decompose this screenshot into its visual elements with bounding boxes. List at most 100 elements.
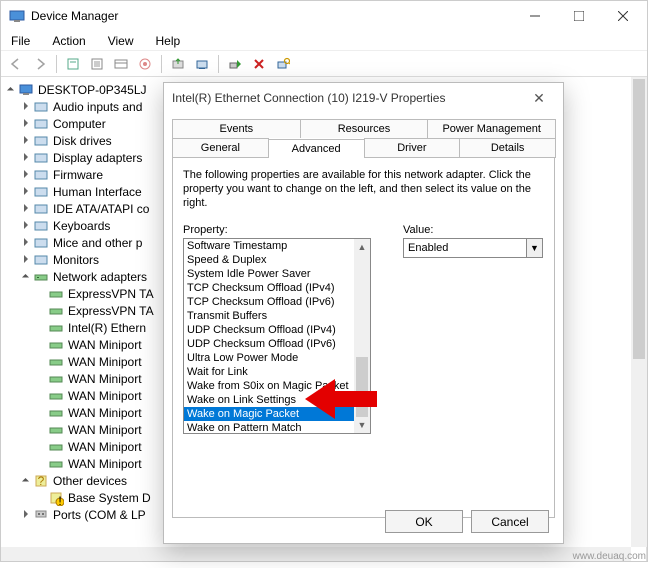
vertical-scrollbar[interactable] bbox=[631, 77, 647, 547]
cancel-button[interactable]: Cancel bbox=[471, 510, 549, 533]
network-adapter-icon bbox=[48, 303, 64, 319]
device-icon bbox=[33, 116, 49, 132]
ports-icon bbox=[33, 507, 49, 523]
network-adapter-icon bbox=[48, 337, 64, 353]
minimize-button[interactable] bbox=[513, 2, 557, 30]
network-adapter-icon bbox=[48, 439, 64, 455]
expand-icon[interactable] bbox=[18, 118, 33, 130]
menubar: File Action View Help bbox=[1, 31, 647, 51]
property-item[interactable]: UDP Checksum Offload (IPv4) bbox=[184, 323, 370, 337]
device-icon bbox=[33, 252, 49, 268]
property-label: Property: bbox=[183, 224, 373, 236]
properties-dialog: Intel(R) Ethernet Connection (10) I219-V… bbox=[163, 82, 564, 544]
toolbar-icon-4[interactable] bbox=[134, 53, 156, 75]
tree-other[interactable]: Other devices bbox=[53, 474, 127, 488]
back-button[interactable] bbox=[5, 53, 27, 75]
dialog-close-button[interactable]: ✕ bbox=[523, 90, 555, 107]
property-item[interactable]: TCP Checksum Offload (IPv4) bbox=[184, 281, 370, 295]
ok-button[interactable]: OK bbox=[385, 510, 463, 533]
property-item[interactable]: Transmit Buffers bbox=[184, 309, 370, 323]
watermark: www.deuaq.com bbox=[573, 551, 646, 562]
expand-icon[interactable] bbox=[18, 220, 33, 232]
expand-icon[interactable] bbox=[18, 203, 33, 215]
window-title: Device Manager bbox=[31, 9, 513, 23]
value-label: Value: bbox=[403, 224, 544, 236]
toolbar bbox=[1, 51, 647, 77]
device-icon bbox=[33, 99, 49, 115]
scan-hardware-icon[interactable] bbox=[272, 53, 294, 75]
menu-file[interactable]: File bbox=[7, 32, 34, 50]
device-icon bbox=[33, 150, 49, 166]
property-item[interactable]: UDP Checksum Offload (IPv6) bbox=[184, 337, 370, 351]
expand-icon[interactable] bbox=[18, 101, 33, 113]
tab-body: The following properties are available f… bbox=[172, 158, 555, 518]
tree-root[interactable]: DESKTOP-0P345LJ bbox=[38, 83, 147, 97]
forward-button[interactable] bbox=[29, 53, 51, 75]
computer-icon bbox=[18, 82, 34, 98]
property-item[interactable]: Ultra Low Power Mode bbox=[184, 351, 370, 365]
chevron-down-icon[interactable]: ▼ bbox=[526, 239, 542, 257]
tree-other-child[interactable]: Base System D bbox=[68, 491, 151, 505]
property-item[interactable]: TCP Checksum Offload (IPv6) bbox=[184, 295, 370, 309]
property-item[interactable]: Software Timestamp bbox=[184, 239, 370, 253]
delete-icon[interactable] bbox=[248, 53, 270, 75]
menu-action[interactable]: Action bbox=[48, 32, 89, 50]
app-icon bbox=[9, 8, 25, 24]
maximize-button[interactable] bbox=[557, 2, 601, 30]
tab-advanced[interactable]: Advanced bbox=[268, 139, 365, 159]
network-adapter-icon bbox=[48, 371, 64, 387]
network-icon bbox=[33, 269, 49, 285]
close-button[interactable] bbox=[601, 2, 645, 30]
other-devices-icon: ? bbox=[33, 473, 49, 489]
tab-events[interactable]: Events bbox=[172, 119, 301, 138]
property-item[interactable]: System Idle Power Saver bbox=[184, 267, 370, 281]
update-driver-icon[interactable] bbox=[167, 53, 189, 75]
titlebar: Device Manager bbox=[1, 1, 647, 31]
unknown-device-icon: ! bbox=[48, 490, 64, 506]
value-text: Enabled bbox=[404, 242, 526, 254]
expand-icon[interactable] bbox=[18, 169, 33, 181]
property-item[interactable]: Speed & Duplex bbox=[184, 253, 370, 267]
tree-network[interactable]: Network adapters bbox=[53, 270, 147, 284]
horizontal-scrollbar[interactable] bbox=[1, 547, 631, 561]
expand-icon[interactable] bbox=[18, 135, 33, 147]
network-adapter-icon bbox=[48, 388, 64, 404]
tab-power-management[interactable]: Power Management bbox=[427, 119, 556, 138]
device-icon bbox=[33, 184, 49, 200]
enable-icon[interactable] bbox=[224, 53, 246, 75]
dialog-titlebar: Intel(R) Ethernet Connection (10) I219-V… bbox=[164, 83, 563, 113]
tab-driver[interactable]: Driver bbox=[364, 138, 461, 158]
expand-icon[interactable] bbox=[18, 254, 33, 266]
dialog-title: Intel(R) Ethernet Connection (10) I219-V… bbox=[172, 91, 523, 105]
device-icon bbox=[33, 201, 49, 217]
toolbar-icon-2[interactable] bbox=[86, 53, 108, 75]
collapse-icon[interactable] bbox=[18, 475, 33, 487]
device-icon bbox=[33, 167, 49, 183]
expand-icon[interactable] bbox=[18, 186, 33, 198]
svg-text:!: ! bbox=[58, 494, 61, 506]
toolbar-icon-1[interactable] bbox=[62, 53, 84, 75]
network-adapter-icon bbox=[48, 286, 64, 302]
device-icon bbox=[33, 133, 49, 149]
tab-details[interactable]: Details bbox=[459, 138, 556, 158]
collapse-icon[interactable] bbox=[3, 84, 18, 96]
toolbar-icon-3[interactable] bbox=[110, 53, 132, 75]
expand-icon[interactable] bbox=[18, 509, 33, 521]
network-adapter-icon bbox=[48, 456, 64, 472]
tree-ports[interactable]: Ports (COM & LP bbox=[53, 508, 146, 522]
uninstall-icon[interactable] bbox=[191, 53, 213, 75]
network-adapter-icon bbox=[48, 405, 64, 421]
menu-help[interactable]: Help bbox=[152, 32, 185, 50]
expand-icon[interactable] bbox=[18, 237, 33, 249]
expand-icon[interactable] bbox=[18, 152, 33, 164]
annotation-arrow bbox=[305, 374, 385, 424]
tab-resources[interactable]: Resources bbox=[300, 119, 429, 138]
scroll-up-icon[interactable]: ▲ bbox=[354, 239, 370, 255]
value-combobox[interactable]: Enabled ▼ bbox=[403, 238, 543, 258]
tab-general[interactable]: General bbox=[172, 138, 269, 158]
network-adapter-icon bbox=[48, 422, 64, 438]
network-adapter-icon bbox=[48, 354, 64, 370]
menu-view[interactable]: View bbox=[104, 32, 138, 50]
device-icon bbox=[33, 218, 49, 234]
collapse-icon[interactable] bbox=[18, 271, 33, 283]
